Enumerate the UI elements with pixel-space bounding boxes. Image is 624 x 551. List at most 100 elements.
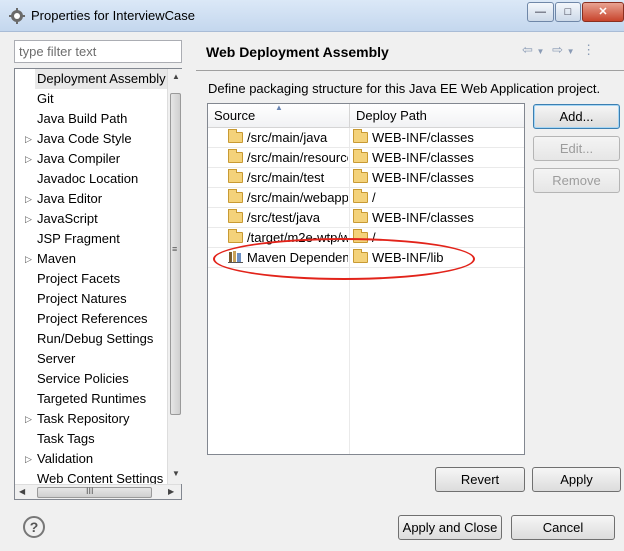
scroll-up-arrow-icon[interactable]: ▲ bbox=[172, 72, 180, 81]
add-button[interactable]: Add... bbox=[533, 104, 620, 129]
tree-item[interactable]: Task Tags bbox=[15, 429, 165, 449]
apply-button-label: Apply bbox=[560, 472, 593, 487]
tree-item[interactable]: Deployment Assembly bbox=[15, 69, 168, 89]
expand-arrow-icon[interactable]: ▷ bbox=[25, 449, 32, 469]
forward-arrow-icon[interactable]: ⇨ bbox=[552, 42, 563, 57]
table-row[interactable]: /src/main/java WEB-INF/classes bbox=[208, 128, 524, 148]
assembly-table: Source ▲ Deploy Path /src/main/java WEB-I… bbox=[207, 103, 525, 455]
deploy-path: / bbox=[372, 190, 376, 205]
tree-item-label: Maven bbox=[37, 251, 77, 266]
source-path: /src/main/java bbox=[247, 130, 328, 145]
cancel-button[interactable]: Cancel bbox=[511, 515, 615, 540]
tree-item[interactable]: ▷ Task Repository bbox=[15, 409, 165, 429]
property-tree: Deployment Assembly Git Java Build Path ▷ Ja… bbox=[14, 68, 182, 500]
table-row[interactable]: /src/test/java WEB-INF/classes bbox=[208, 208, 524, 228]
column-header-source[interactable]: Source ▲ bbox=[208, 104, 350, 128]
table-row[interactable]: /src/main/test WEB-INF/classes bbox=[208, 168, 524, 188]
deploy-path-cell: WEB-INF/lib bbox=[353, 248, 523, 268]
deploy-path-cell: / bbox=[353, 188, 523, 208]
tree-item-label: Task Repository bbox=[37, 411, 130, 426]
tree-item-label: Java Build Path bbox=[37, 111, 128, 126]
back-arrow-icon[interactable]: ⇦ bbox=[522, 42, 533, 57]
cancel-button-label: Cancel bbox=[542, 520, 584, 535]
column-header-deploy-path[interactable]: Deploy Path bbox=[350, 104, 524, 128]
tree-item[interactable]: ▷ Validation bbox=[15, 449, 165, 469]
source-cell: /src/main/test bbox=[228, 168, 348, 188]
tree-item[interactable]: Targeted Runtimes bbox=[15, 389, 165, 409]
folder-icon bbox=[353, 229, 368, 243]
forward-menu-chevron-icon[interactable]: ▼ bbox=[567, 47, 575, 56]
tree-item[interactable]: Project Facets bbox=[15, 269, 165, 289]
scroll-right-arrow-icon[interactable]: ▶ bbox=[168, 487, 174, 496]
table-row[interactable]: /target/m2e-wtp/web-resources / bbox=[208, 228, 524, 248]
tree-item[interactable]: ▷ JavaScript bbox=[15, 209, 165, 229]
table-row[interactable]: /src/main/resources WEB-INF/classes bbox=[208, 148, 524, 168]
window-title: Properties for InterviewCase bbox=[31, 8, 196, 23]
source-cell: /src/main/resources bbox=[228, 148, 348, 168]
revert-button[interactable]: Revert bbox=[435, 467, 525, 492]
folder-icon bbox=[353, 129, 368, 143]
tree-item-label: Git bbox=[37, 91, 54, 106]
back-menu-chevron-icon[interactable]: ▼ bbox=[537, 47, 545, 56]
tree-item[interactable]: Server bbox=[15, 349, 165, 369]
source-cell: /target/m2e-wtp/web-resources bbox=[228, 228, 348, 248]
grip-icon: III bbox=[86, 486, 94, 496]
tree-scroll-thumb[interactable]: ≡ bbox=[170, 93, 181, 415]
edit-button[interactable]: Edit... bbox=[533, 136, 620, 161]
view-menu-icon[interactable]: ⋮ bbox=[582, 42, 595, 57]
tree-item[interactable]: ▷ Maven bbox=[15, 249, 165, 269]
tree-item[interactable]: Project Natures bbox=[15, 289, 165, 309]
tree-hscroll-thumb[interactable]: III bbox=[37, 486, 152, 498]
tree-item[interactable]: Run/Debug Settings bbox=[15, 329, 165, 349]
tree-item[interactable]: ▷ Java Compiler bbox=[15, 149, 165, 169]
minimize-button[interactable]: — bbox=[527, 2, 554, 22]
tree-item-label: Service Policies bbox=[37, 371, 129, 386]
deploy-path: WEB-INF/classes bbox=[372, 130, 474, 145]
tree-horizontal-scrollbar[interactable]: ◀ III ▶ bbox=[15, 484, 181, 499]
maximize-button[interactable]: □ bbox=[555, 2, 581, 22]
expand-arrow-icon[interactable]: ▷ bbox=[25, 129, 32, 149]
expand-arrow-icon[interactable]: ▷ bbox=[25, 149, 32, 169]
tree-item-label: Java Code Style bbox=[37, 131, 132, 146]
tree-item[interactable]: ▷ Java Editor bbox=[15, 189, 165, 209]
table-row[interactable]: Maven Dependencies WEB-INF/lib bbox=[208, 248, 524, 268]
deploy-path-cell: WEB-INF/classes bbox=[353, 148, 523, 168]
expand-arrow-icon[interactable]: ▷ bbox=[25, 209, 32, 229]
source-cell: /src/main/java bbox=[228, 128, 348, 148]
deploy-path: WEB-INF/classes bbox=[372, 170, 474, 185]
tree-item[interactable]: JSP Fragment bbox=[15, 229, 165, 249]
tree-item[interactable]: Java Build Path bbox=[15, 109, 165, 129]
folder-icon bbox=[353, 189, 368, 203]
folder-icon bbox=[228, 149, 243, 163]
page-title: Web Deployment Assembly bbox=[206, 44, 389, 60]
filter-input[interactable]: type filter text bbox=[14, 40, 182, 63]
remove-button[interactable]: Remove bbox=[533, 168, 620, 193]
tree-item-label: Project Natures bbox=[37, 291, 127, 306]
source-path: /src/main/resources bbox=[247, 150, 348, 165]
expand-arrow-icon[interactable]: ▷ bbox=[25, 409, 32, 429]
tree-item[interactable]: Javadoc Location bbox=[15, 169, 165, 189]
tree-item-label: Java Editor bbox=[37, 191, 103, 206]
deploy-path-cell: WEB-INF/classes bbox=[353, 168, 523, 188]
help-icon[interactable]: ? bbox=[23, 516, 45, 538]
scroll-left-arrow-icon[interactable]: ◀ bbox=[19, 487, 25, 496]
deploy-path: WEB-INF/classes bbox=[372, 150, 474, 165]
tree-item-label: Targeted Runtimes bbox=[37, 391, 147, 406]
tree-item[interactable]: Git bbox=[15, 89, 165, 109]
expand-arrow-icon[interactable]: ▷ bbox=[25, 189, 32, 209]
tree-vertical-scrollbar[interactable]: ▲ ≡ ▼ bbox=[167, 69, 182, 484]
expand-arrow-icon[interactable]: ▷ bbox=[25, 249, 32, 269]
deploy-path: WEB-INF/lib bbox=[372, 250, 444, 265]
scroll-down-arrow-icon[interactable]: ▼ bbox=[172, 469, 180, 478]
apply-button[interactable]: Apply bbox=[532, 467, 621, 492]
tree-item[interactable]: Service Policies bbox=[15, 369, 165, 389]
edit-button-label: Edit... bbox=[559, 141, 594, 156]
apply-and-close-button[interactable]: Apply and Close bbox=[398, 515, 502, 540]
grip-icon: ≡ bbox=[172, 244, 178, 254]
close-button[interactable]: ✕ bbox=[582, 2, 624, 22]
source-path: /src/main/webapp bbox=[247, 190, 348, 205]
tree-item[interactable]: Project References bbox=[15, 309, 165, 329]
table-row[interactable]: /src/main/webapp / bbox=[208, 188, 524, 208]
revert-button-label: Revert bbox=[460, 472, 500, 487]
tree-item[interactable]: ▷ Java Code Style bbox=[15, 129, 165, 149]
